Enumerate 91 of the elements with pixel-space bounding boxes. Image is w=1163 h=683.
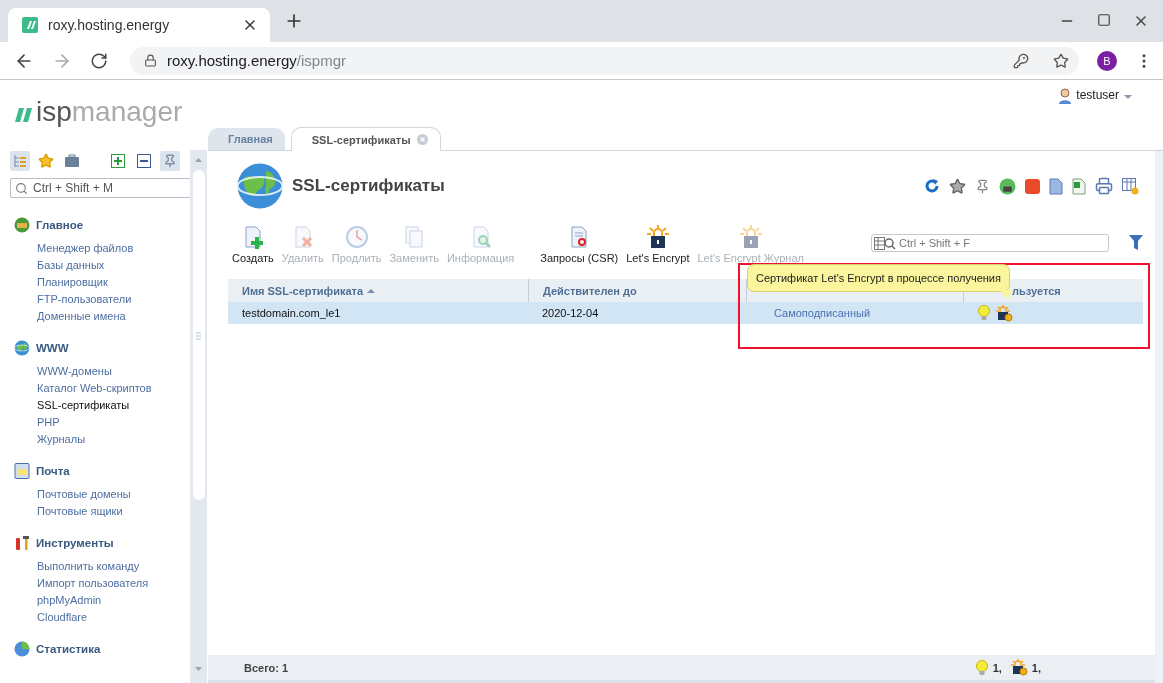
page-title: SSL-сертификаты xyxy=(292,176,445,196)
pin-icon xyxy=(163,154,177,168)
refresh-icon[interactable] xyxy=(924,178,940,194)
status-count: 1, xyxy=(992,661,1002,674)
document-icon[interactable] xyxy=(1049,177,1063,195)
scrollbar[interactable] xyxy=(190,150,207,683)
star-icon[interactable] xyxy=(949,177,966,195)
menu-link[interactable]: Базы данных xyxy=(14,257,190,274)
menu-link[interactable]: WWW-домены xyxy=(14,363,190,380)
globe-icon xyxy=(14,340,30,356)
toolbar-button[interactable]: Let's Encrypt xyxy=(626,225,690,264)
key-icon[interactable] xyxy=(1013,52,1029,69)
logo-text: ispmanager xyxy=(36,98,183,126)
logo-slashes-icon xyxy=(12,108,32,122)
section-heading[interactable]: Инструменты xyxy=(36,537,114,549)
bookmark-star-icon[interactable] xyxy=(1053,52,1069,69)
pin-button[interactable] xyxy=(160,151,180,171)
toolbar-button[interactable]: Создать xyxy=(232,225,274,264)
maximize-icon[interactable] xyxy=(1097,13,1111,27)
menu-link[interactable]: Выполнить команду xyxy=(14,558,190,575)
menu-link[interactable]: Журналы xyxy=(14,431,190,448)
menu-link[interactable]: PHP xyxy=(14,414,190,431)
mail-icon xyxy=(14,463,30,479)
tools-icon xyxy=(14,535,30,551)
total-count: Всего: 1 xyxy=(244,661,289,674)
menu-link[interactable]: Почтовые домены xyxy=(14,486,190,503)
light-bulb-icon xyxy=(974,659,989,676)
menu-link[interactable]: Каталог Web-скриптов xyxy=(14,380,190,397)
browser-tab[interactable]: roxy.hosting.energy xyxy=(8,8,270,42)
padlock-icon xyxy=(738,225,763,249)
toolbar-button[interactable]: Запросы (CSR) xyxy=(540,225,619,264)
menu-link[interactable]: Доменные имена xyxy=(14,308,190,325)
star-icon xyxy=(38,153,54,169)
table-cell-text: testdomain.com_le1 xyxy=(241,306,342,321)
url-host: roxy.hosting.energy xyxy=(167,51,297,69)
printer-icon[interactable] xyxy=(1095,177,1113,195)
menu-link[interactable]: phpMyAdmin xyxy=(14,592,190,609)
menu-link[interactable]: FTP-пользователи xyxy=(14,291,190,308)
clock-icon xyxy=(344,225,369,249)
favorites-button[interactable] xyxy=(36,151,56,171)
light-bulb-icon xyxy=(977,305,991,321)
menu-link[interactable]: SSL-сертификаты xyxy=(14,397,190,414)
table-row[interactable]: testdomain.com_le1 2020-12-04 Самоподписанный xyxy=(228,302,1143,324)
collapse-all-button[interactable] xyxy=(134,151,154,171)
tab[interactable]: SSL-сертификаты xyxy=(290,127,441,151)
minus-icon xyxy=(137,154,151,168)
menu-link[interactable]: Планировщик xyxy=(14,274,190,291)
padlock-gear-icon xyxy=(995,304,1013,322)
table-cell-text: 2020-12-04 xyxy=(541,306,600,321)
menu-link[interactable]: Импорт пользователя xyxy=(14,575,190,592)
table-search-icon xyxy=(874,237,896,250)
pie-chart-icon xyxy=(14,641,30,657)
tab-title: roxy.hosting.energy xyxy=(48,17,171,33)
address-bar[interactable]: roxy.hosting.energy/ispmgr xyxy=(130,46,1079,75)
section-heading[interactable]: WWW xyxy=(36,342,69,354)
menu-link[interactable]: Cloudflare xyxy=(14,609,190,626)
lock-icon xyxy=(144,54,157,67)
tab[interactable]: Главная xyxy=(208,128,285,150)
spreadsheet-icon[interactable] xyxy=(1072,177,1086,195)
profile-avatar[interactable]: B xyxy=(1097,50,1117,71)
reload-icon[interactable] xyxy=(90,51,108,70)
user-name[interactable]: testuser xyxy=(1076,88,1119,102)
globe-folder-icon xyxy=(14,217,30,233)
url-path: /ispmgr xyxy=(296,51,346,69)
column-header[interactable]: Имя SSL-сертификата xyxy=(228,279,528,302)
table-gear-icon[interactable] xyxy=(1122,177,1139,195)
sort-up-icon xyxy=(367,287,376,294)
globe-icon xyxy=(236,162,284,210)
type-link[interactable]: Самоподписанный xyxy=(774,307,871,319)
status-count: 1, xyxy=(1031,661,1041,674)
tooltip-tail xyxy=(1000,290,1012,300)
site-logo-icon xyxy=(22,17,38,33)
plus-icon xyxy=(111,154,125,168)
menu-link[interactable]: Почтовые ящики xyxy=(14,503,190,520)
padlock-gear-icon xyxy=(1009,659,1028,676)
menu-link[interactable]: Менеджер файлов xyxy=(14,240,190,257)
briefcase-icon xyxy=(64,154,80,168)
pin-icon[interactable] xyxy=(975,178,990,194)
tree-icon xyxy=(13,154,27,168)
filter-field[interactable]: Ctrl + Shift + F xyxy=(871,234,1109,252)
expand-all-button[interactable] xyxy=(108,151,128,171)
section-heading[interactable]: Главное xyxy=(36,219,84,231)
filter-icon[interactable] xyxy=(1129,235,1143,251)
search-icon xyxy=(15,182,28,195)
section-heading[interactable]: Статистика xyxy=(36,643,101,655)
stop-icon[interactable] xyxy=(1025,178,1040,194)
globe-icon[interactable] xyxy=(999,177,1016,195)
search-field[interactable]: Ctrl + Shift + M xyxy=(10,178,193,198)
user-icon xyxy=(1058,88,1073,104)
padlock-icon xyxy=(645,225,670,249)
section-heading[interactable]: Почта xyxy=(36,465,70,477)
